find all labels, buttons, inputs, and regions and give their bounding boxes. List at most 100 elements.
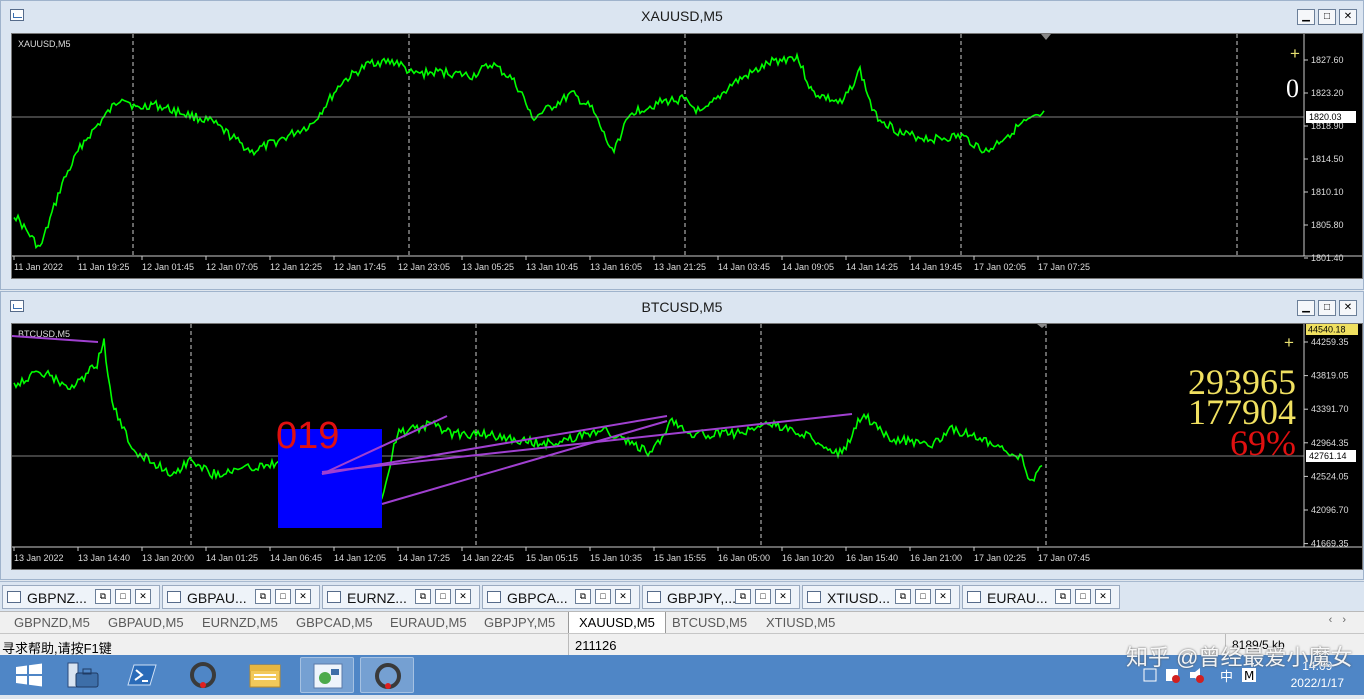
maximize-icon[interactable]: □ bbox=[435, 589, 451, 604]
restore-icon[interactable]: ⧉ bbox=[735, 589, 751, 604]
chart-window-icon bbox=[487, 591, 501, 603]
restore-icon[interactable]: ⧉ bbox=[575, 589, 591, 604]
maximize-icon[interactable]: □ bbox=[275, 589, 291, 604]
crosshair-icon[interactable]: + bbox=[1284, 333, 1294, 352]
price-axis-labels: 44259.35 43819.05 43391.70 42964.35 42524.05… bbox=[1304, 337, 1349, 549]
time-tick-label: 17 Jan 02:05 bbox=[974, 262, 1026, 272]
chart-window-icon bbox=[7, 591, 21, 603]
metatrader-icon bbox=[375, 663, 401, 689]
taskbar-metatrader-1[interactable] bbox=[176, 657, 230, 693]
time-tick-label: 14 Jan 22:45 bbox=[462, 553, 514, 563]
close-button[interactable]: ✕ bbox=[1339, 300, 1357, 316]
time-tick-label: 14 Jan 01:25 bbox=[206, 553, 258, 563]
time-tick-label: 12 Jan 07:05 bbox=[206, 262, 258, 272]
time-tick-label: 13 Jan 16:05 bbox=[590, 262, 642, 272]
metatrader-icon bbox=[190, 662, 216, 688]
window-titlebar[interactable]: BTCUSD,M5 ▁ □ ✕ bbox=[1, 292, 1363, 322]
close-icon[interactable]: ✕ bbox=[775, 589, 791, 604]
time-axis-labels: 11 Jan 2022 11 Jan 19:25 12 Jan 01:45 12 Ja… bbox=[13, 256, 1090, 272]
chart-window-tab[interactable]: GBPCA... ⧉ □ ✕ bbox=[482, 585, 640, 609]
chart-shift-marker[interactable] bbox=[1041, 34, 1051, 40]
symbol-tab[interactable]: EURNZD,M5 bbox=[202, 615, 278, 630]
current-price-tag: 42761.14 bbox=[1306, 450, 1356, 462]
svg-text:1820.03: 1820.03 bbox=[1309, 112, 1342, 122]
maximize-button[interactable]: □ bbox=[1318, 300, 1336, 316]
time-tick-label: 13 Jan 10:45 bbox=[526, 262, 578, 272]
chart-svg[interactable]: 1827.601823.201818.901814.501810.101805.… bbox=[12, 34, 1362, 278]
taskbar-powershell[interactable] bbox=[114, 657, 168, 693]
maximize-icon[interactable]: □ bbox=[1075, 589, 1091, 604]
symbol-tab[interactable]: GBPAUD,M5 bbox=[108, 615, 184, 630]
time-tick-label: 12 Jan 12:25 bbox=[270, 262, 322, 272]
price-tick-label: 1801.40 bbox=[1311, 253, 1344, 263]
tab-scroll-arrows[interactable]: ‹› bbox=[1329, 614, 1356, 626]
price-tick-label: 42524.05 bbox=[1311, 471, 1349, 481]
status-bars-count: 211126 bbox=[568, 634, 808, 656]
minimize-button[interactable]: ▁ bbox=[1297, 9, 1315, 25]
watermark-text: 知乎 @曾经最爱小魔女 bbox=[1126, 645, 1353, 670]
time-tick-label: 12 Jan 01:45 bbox=[142, 262, 194, 272]
price-chart-xauusd[interactable]: 1827.60 1823.20 1818.90 1814.50 1810.10 1805.… bbox=[11, 33, 1363, 279]
chart-window-tab[interactable]: GBPJPY,... ⧉ □ ✕ bbox=[642, 585, 800, 609]
chart-symbol-label: XAUUSD,M5 bbox=[18, 39, 71, 49]
price-tick-label: 1823.20 bbox=[1311, 88, 1344, 98]
symbol-tab[interactable]: XAUUSD,M5 bbox=[568, 612, 666, 634]
taskbar-server-manager[interactable] bbox=[56, 657, 110, 693]
price-tick-label: 1805.80 bbox=[1311, 220, 1344, 230]
time-tick-label: 15 Jan 10:35 bbox=[590, 553, 642, 563]
close-button[interactable]: ✕ bbox=[1339, 9, 1357, 25]
minimize-button[interactable]: ▁ bbox=[1297, 300, 1315, 316]
restore-icon[interactable]: ⧉ bbox=[415, 589, 431, 604]
taskbar-network-app[interactable] bbox=[300, 657, 354, 693]
candle-series bbox=[13, 51, 1045, 250]
symbol-tab[interactable]: XTIUSD,M5 bbox=[766, 615, 835, 630]
close-icon[interactable]: ✕ bbox=[1095, 589, 1111, 604]
time-tick-label: 14 Jan 03:45 bbox=[718, 262, 770, 272]
chart-window-tab[interactable]: EURAU... ⧉ □ ✕ bbox=[962, 585, 1120, 609]
price-chart-btcusd[interactable]: 44259.35 43819.05 43391.70 42964.35 42524.05… bbox=[11, 323, 1363, 570]
maximize-button[interactable]: □ bbox=[1318, 9, 1336, 25]
time-tick-label: 15 Jan 05:15 bbox=[526, 553, 578, 563]
maximize-icon[interactable]: □ bbox=[115, 589, 131, 604]
chart-window-tab[interactable]: EURNZ... ⧉ □ ✕ bbox=[322, 585, 480, 609]
close-icon[interactable]: ✕ bbox=[935, 589, 951, 604]
chart-window-tab-label: GBPJPY,... bbox=[667, 590, 736, 606]
price-tick-label: 1810.10 bbox=[1311, 187, 1344, 197]
restore-icon[interactable]: ⧉ bbox=[255, 589, 271, 604]
symbol-tab[interactable]: GBPCAD,M5 bbox=[296, 615, 373, 630]
chart-window-tab[interactable]: GBPAU... ⧉ □ ✕ bbox=[162, 585, 320, 609]
chart-window-tab-label: GBPAU... bbox=[187, 590, 247, 606]
close-icon[interactable]: ✕ bbox=[295, 589, 311, 604]
maximize-icon[interactable]: □ bbox=[915, 589, 931, 604]
window-titlebar[interactable]: XAUUSD,M5 ▁ □ ✕ bbox=[1, 1, 1363, 31]
chart-svg[interactable]: 44259.35 43819.05 43391.70 42964.35 42524.05… bbox=[12, 324, 1362, 569]
chart-window-xauusd: XAUUSD,M5 ▁ □ ✕ 1827.60 1823.20 1818.90 181… bbox=[0, 0, 1364, 290]
chart-window-tab-label: GBPCA... bbox=[507, 590, 568, 606]
restore-icon[interactable]: ⧉ bbox=[1055, 589, 1071, 604]
maximize-icon[interactable]: □ bbox=[755, 589, 771, 604]
time-tick-label: 16 Jan 15:40 bbox=[846, 553, 898, 563]
chart-window-tab[interactable]: GBPNZ... ⧉ □ ✕ bbox=[2, 585, 160, 609]
chart-window-icon bbox=[647, 591, 661, 603]
close-icon[interactable]: ✕ bbox=[615, 589, 631, 604]
symbol-tab[interactable]: EURAUD,M5 bbox=[390, 615, 467, 630]
maximize-icon[interactable]: □ bbox=[595, 589, 611, 604]
taskbar-file-explorer[interactable] bbox=[238, 657, 292, 693]
symbol-tab[interactable]: BTCUSD,M5 bbox=[672, 615, 747, 630]
top-price-tag: 44540.18 bbox=[1306, 324, 1358, 335]
close-icon[interactable]: ✕ bbox=[135, 589, 151, 604]
crosshair-icon[interactable]: + bbox=[1290, 44, 1300, 63]
close-icon[interactable]: ✕ bbox=[455, 589, 471, 604]
taskbar-metatrader-2[interactable] bbox=[360, 657, 414, 693]
restore-icon[interactable]: ⧉ bbox=[95, 589, 111, 604]
chart-window-tab[interactable]: XTIUSD... ⧉ □ ✕ bbox=[802, 585, 960, 609]
trendlines[interactable] bbox=[12, 335, 853, 505]
time-tick-label: 16 Jan 21:00 bbox=[910, 553, 962, 563]
restore-icon[interactable]: ⧉ bbox=[895, 589, 911, 604]
price-tick-label: 1814.50 bbox=[1311, 154, 1344, 164]
symbol-tab[interactable]: GBPNZD,M5 bbox=[14, 615, 90, 630]
time-tick-label: 12 Jan 17:45 bbox=[334, 262, 386, 272]
start-button[interactable] bbox=[2, 657, 56, 693]
time-tick-label: 13 Jan 21:25 bbox=[654, 262, 706, 272]
symbol-tab[interactable]: GBPJPY,M5 bbox=[484, 615, 555, 630]
